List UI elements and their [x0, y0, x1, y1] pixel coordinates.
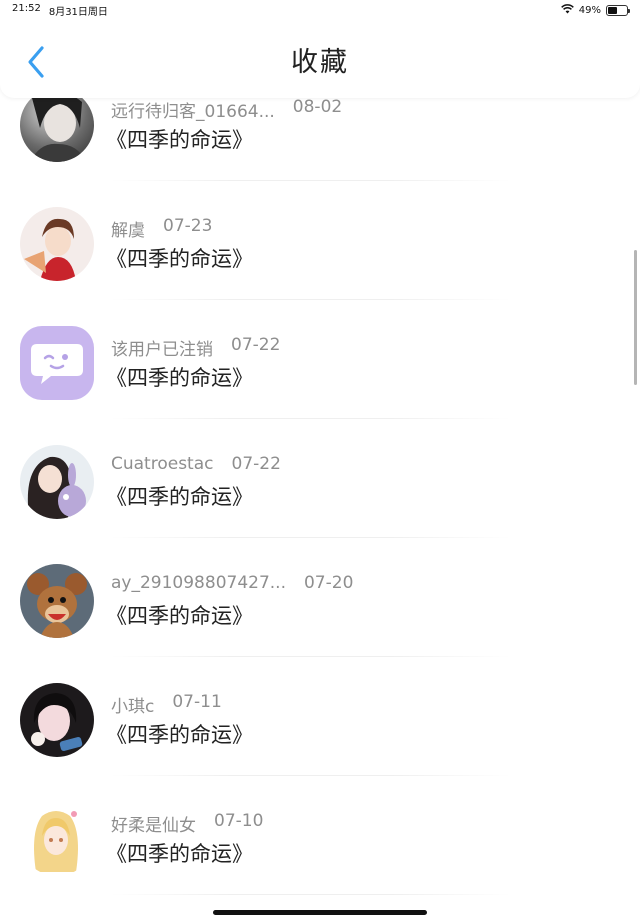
item-date: 07-10 [214, 811, 264, 831]
item-username: 好柔是仙女 [111, 816, 196, 836]
battery-percent: 49% [578, 4, 601, 16]
divider [111, 775, 511, 776]
chat-bubble-icon [31, 344, 83, 384]
status-time: 21:52 [12, 2, 41, 14]
home-indicator[interactable] [213, 910, 427, 915]
item-username: 小琪c [111, 697, 155, 717]
avatar[interactable] [20, 88, 94, 162]
item-date: 08-02 [292, 97, 343, 117]
item-username: ay_291098807427... [111, 573, 286, 593]
status-bar: 21:52 8月31日周日 49% [0, 0, 640, 20]
chevron-left-icon [28, 46, 44, 78]
page-title: 收藏 [291, 46, 349, 78]
scrollbar[interactable] [634, 250, 637, 385]
item-username: 解虞 [111, 221, 145, 241]
avatar[interactable] [20, 326, 94, 400]
item-title: 《四季的命运》 [106, 247, 253, 271]
list-item[interactable]: 好柔是仙女 07-10 《四季的命运》 [0, 802, 640, 921]
item-date: 07-11 [172, 692, 222, 712]
avatar[interactable] [20, 207, 94, 281]
divider [111, 537, 511, 538]
item-username: Cuatroestac [111, 454, 214, 474]
list-item[interactable]: 解虞 07-23 《四季的命运》 [0, 207, 640, 326]
list-item[interactable]: 远行待归客_01664... 08-02 《四季的命运》 [0, 88, 640, 207]
item-title: 《四季的命运》 [106, 366, 253, 390]
avatar[interactable] [20, 564, 94, 638]
item-date: 07-22 [231, 454, 281, 474]
battery-icon [606, 4, 630, 16]
status-date: 8月31日周日 [48, 6, 108, 18]
list-item[interactable]: ay_291098807427... 07-20 《四季的命运》 [0, 564, 640, 683]
favorites-list: 远行待归客_01664... 08-02 《四季的命运》 解虞 07-23 《四季的… [0, 88, 640, 921]
item-title: 《四季的命运》 [106, 604, 253, 628]
item-date: 07-22 [231, 335, 281, 355]
list-item[interactable]: Cuatroestac 07-22 《四季的命运》 [0, 445, 640, 564]
item-date: 07-23 [163, 216, 213, 236]
divider [111, 299, 511, 300]
wifi-icon [560, 3, 574, 17]
back-button[interactable] [20, 42, 52, 82]
item-date: 07-20 [303, 573, 354, 593]
divider [111, 418, 511, 419]
item-username: 该用户已注销 [111, 340, 213, 360]
item-title: 《四季的命运》 [106, 485, 253, 509]
divider [111, 894, 511, 895]
item-title: 《四季的命运》 [106, 842, 253, 866]
item-title: 《四季的命运》 [106, 128, 253, 152]
list-item[interactable]: 该用户已注销 07-22 《四季的命运》 [0, 326, 640, 445]
avatar[interactable] [20, 445, 94, 519]
list-item[interactable]: 小琪c 07-11 《四季的命运》 [0, 683, 640, 802]
navigation-bar: 收藏 [0, 20, 640, 98]
avatar[interactable] [20, 683, 94, 757]
item-username: 远行待归客_01664... [111, 102, 275, 122]
divider [111, 180, 511, 181]
avatar[interactable] [20, 802, 94, 876]
battery-level [608, 6, 617, 14]
divider [111, 656, 511, 657]
item-title: 《四季的命运》 [106, 723, 253, 747]
